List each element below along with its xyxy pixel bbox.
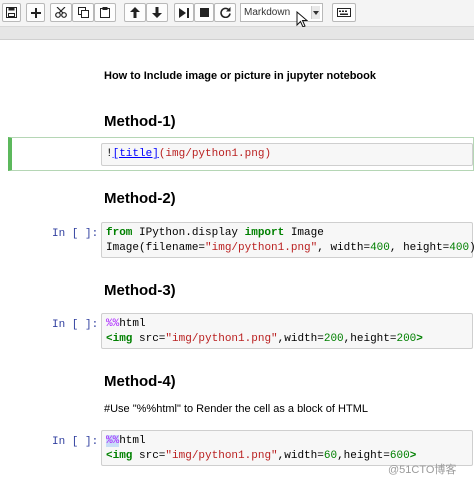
- method1-markdown-editor[interactable]: ![title](img/python1.png): [101, 143, 473, 166]
- cut-icon: [55, 7, 67, 18]
- code-number: 400: [449, 242, 470, 254]
- code-number: 200: [396, 333, 417, 345]
- copy-button[interactable]: [72, 3, 94, 22]
- save-button[interactable]: [2, 3, 21, 22]
- method4-description: #Use "%%html" to Render the cell as a bl…: [104, 403, 368, 415]
- method4-heading: Method-4): [104, 373, 176, 390]
- code-text: src=: [132, 333, 166, 345]
- code-text: Image(filename=: [106, 242, 206, 254]
- stop-button[interactable]: [194, 3, 214, 22]
- code-text: IPython.display: [132, 227, 245, 239]
- restart-icon: [219, 7, 231, 18]
- keyboard-icon: [337, 8, 351, 17]
- save-icon: [6, 7, 17, 18]
- run-icon: [179, 7, 189, 18]
- code-keyword: from: [106, 227, 133, 239]
- code-number: 400: [370, 242, 390, 254]
- code-text: , height=: [389, 242, 450, 254]
- code-number: 60: [323, 450, 338, 462]
- md-link-text: [title]: [112, 148, 159, 160]
- notebook-title-text: How to Include image or picture in jupyt…: [104, 70, 376, 82]
- code-keyword: import: [244, 227, 285, 239]
- code-text: Image: [284, 227, 324, 239]
- cut-button[interactable]: [50, 3, 72, 22]
- restart-button[interactable]: [214, 3, 236, 22]
- code-string: "img/python1.png": [165, 450, 278, 462]
- code-text: html: [119, 318, 146, 330]
- method2-heading: Method-2): [104, 190, 176, 207]
- code-tag: <img: [106, 333, 133, 345]
- code-string: "img/python1.png": [165, 333, 278, 345]
- chevron-down-icon: [311, 6, 320, 19]
- paste-icon: [100, 7, 110, 18]
- add-cell-button[interactable]: [26, 3, 45, 22]
- cell-type-value: Markdown: [244, 7, 291, 18]
- run-button[interactable]: [174, 3, 194, 22]
- move-up-icon: [130, 7, 140, 18]
- notebook-toolbar: Markdown: [0, 0, 474, 27]
- code-string: "img/python1.png": [205, 242, 318, 254]
- move-down-button[interactable]: [146, 3, 168, 22]
- code-text: src=: [132, 450, 166, 462]
- method4-input-prompt: In [ ]:: [52, 436, 99, 448]
- method3-heading: Method-3): [104, 282, 176, 299]
- code-tag: >: [416, 333, 423, 345]
- code-text: ): [469, 242, 474, 254]
- add-cell-icon: [30, 7, 41, 18]
- code-magic: %%: [106, 318, 120, 330]
- md-image-path: (img/python1.png): [158, 148, 272, 160]
- keyboard-shortcuts-button[interactable]: [332, 3, 356, 22]
- code-text: html: [119, 435, 146, 447]
- code-text: ,height=: [337, 450, 390, 462]
- copy-icon: [77, 7, 89, 18]
- code-text: , width=: [317, 242, 371, 254]
- paste-button[interactable]: [94, 3, 116, 22]
- method3-input-prompt: In [ ]:: [52, 319, 99, 331]
- watermark: @51CTO博客: [388, 461, 456, 477]
- move-down-icon: [152, 7, 162, 18]
- code-text: ,width=: [277, 450, 324, 462]
- code-tag: <img: [106, 450, 133, 462]
- md-bang: !: [106, 148, 113, 160]
- code-number: 200: [323, 333, 344, 345]
- method3-code-editor[interactable]: %%html <img src="img/python1.png",width=…: [101, 313, 473, 349]
- toolbar-divider: [0, 27, 474, 40]
- method1-heading: Method-1): [104, 113, 176, 130]
- code-magic: %%: [106, 435, 120, 447]
- code-text: ,width=: [277, 333, 324, 345]
- stop-icon: [199, 8, 209, 17]
- method2-input-prompt: In [ ]:: [52, 228, 99, 240]
- watermark-text: @51CTO博客: [388, 464, 457, 476]
- move-up-button[interactable]: [124, 3, 146, 22]
- cell-type-select[interactable]: Markdown: [240, 3, 323, 22]
- method2-code-editor[interactable]: from IPython.display import Image Image(…: [101, 222, 474, 258]
- code-text: ,height=: [343, 333, 397, 345]
